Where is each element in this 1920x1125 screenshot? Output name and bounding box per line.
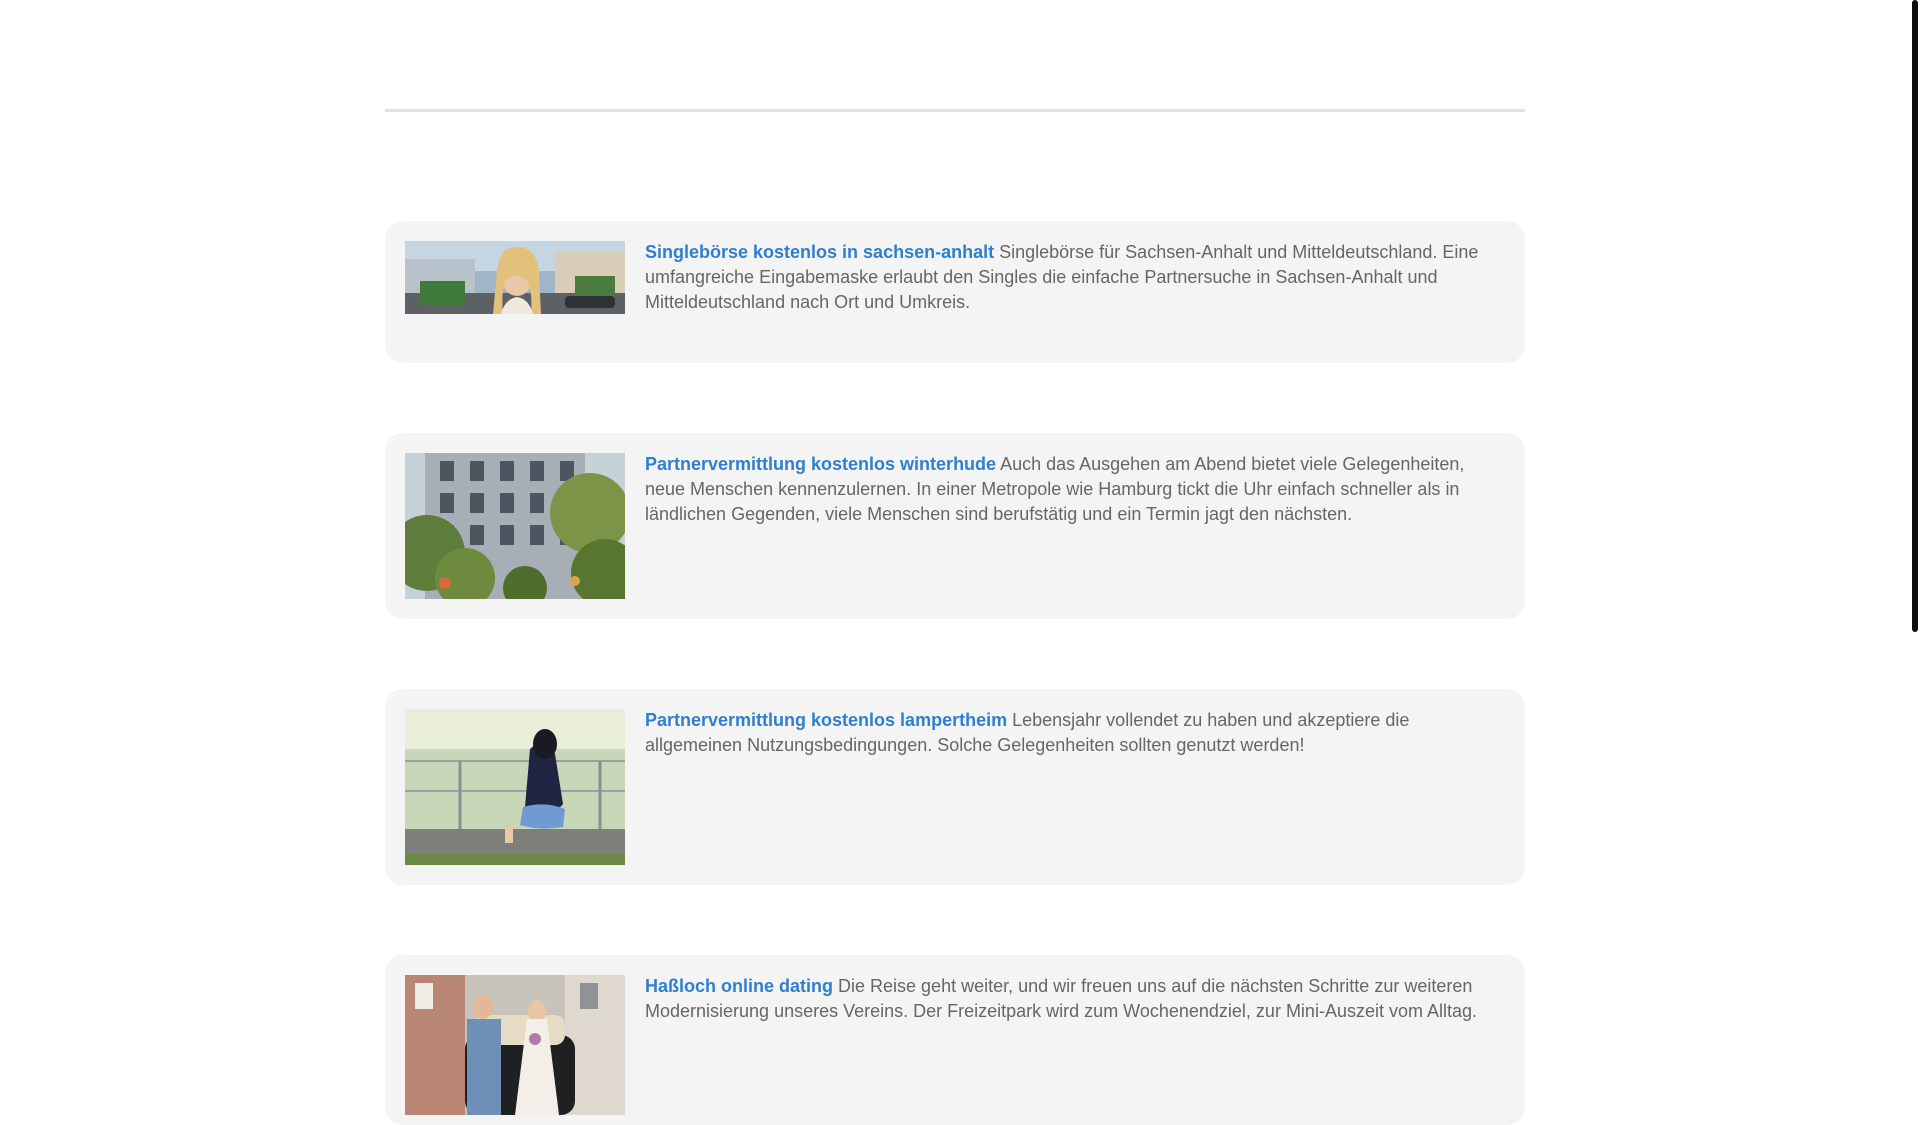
- article-card: Haßloch online dating Die Reise geht wei…: [385, 955, 1525, 1125]
- article-title-link[interactable]: Partnervermittlung kostenlos winterhude: [645, 454, 996, 474]
- article-card: Partnervermittlung kostenlos winterhude …: [385, 433, 1525, 619]
- article-card: Partnervermittlung kostenlos lampertheim…: [385, 689, 1525, 885]
- article-title-link[interactable]: Singlebörse kostenlos in sachsen-anhalt: [645, 242, 994, 262]
- article-text: Haßloch online dating Die Reise geht wei…: [645, 974, 1505, 1024]
- header-divider: [385, 109, 1525, 112]
- scrollbar-thumb[interactable]: [1912, 0, 1918, 632]
- article-text: Partnervermittlung kostenlos winterhude …: [645, 452, 1505, 527]
- article-thumbnail-woman-city[interactable]: [405, 241, 625, 314]
- article-title-link[interactable]: Haßloch online dating: [645, 976, 833, 996]
- article-text: Partnervermittlung kostenlos lampertheim…: [645, 708, 1505, 758]
- article-thumbnail-apartment-building[interactable]: [405, 453, 625, 599]
- vertical-scrollbar[interactable]: [1910, 0, 1920, 1080]
- page: Singlebörse kostenlos in sachsen-anhalt …: [0, 0, 1920, 1125]
- apartment-building-photo-icon: [405, 453, 625, 599]
- article-title-link[interactable]: Partnervermittlung kostenlos lampertheim: [645, 710, 1007, 730]
- woman-city-photo-icon: [405, 241, 625, 314]
- article-card: Singlebörse kostenlos in sachsen-anhalt …: [385, 221, 1525, 363]
- article-thumbnail-wedding-couple[interactable]: [405, 975, 625, 1115]
- woman-by-lake-photo-icon: [405, 709, 625, 865]
- article-thumbnail-woman-by-lake[interactable]: [405, 709, 625, 865]
- wedding-couple-photo-icon: [405, 975, 625, 1115]
- article-text: Singlebörse kostenlos in sachsen-anhalt …: [645, 240, 1505, 315]
